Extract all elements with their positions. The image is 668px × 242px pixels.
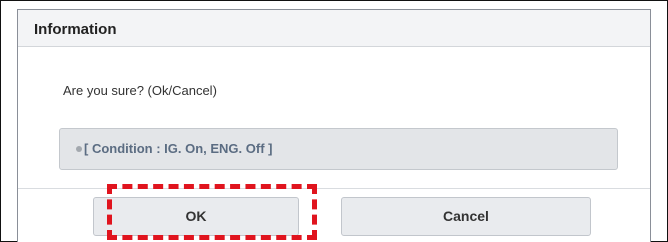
bullet-icon (76, 146, 82, 152)
confirmation-message: Are you sure? (Ok/Cancel) (63, 83, 217, 98)
condition-text: [ Condition : IG. On, ENG. Off ] (84, 141, 273, 156)
ok-button[interactable]: OK (93, 197, 299, 236)
dialog-title-bar: Information (18, 10, 650, 47)
condition-box: [ Condition : IG. On, ENG. Off ] (59, 128, 618, 170)
cancel-button[interactable]: Cancel (341, 197, 591, 236)
dialog-title: Information (34, 21, 117, 38)
button-divider (18, 188, 650, 189)
